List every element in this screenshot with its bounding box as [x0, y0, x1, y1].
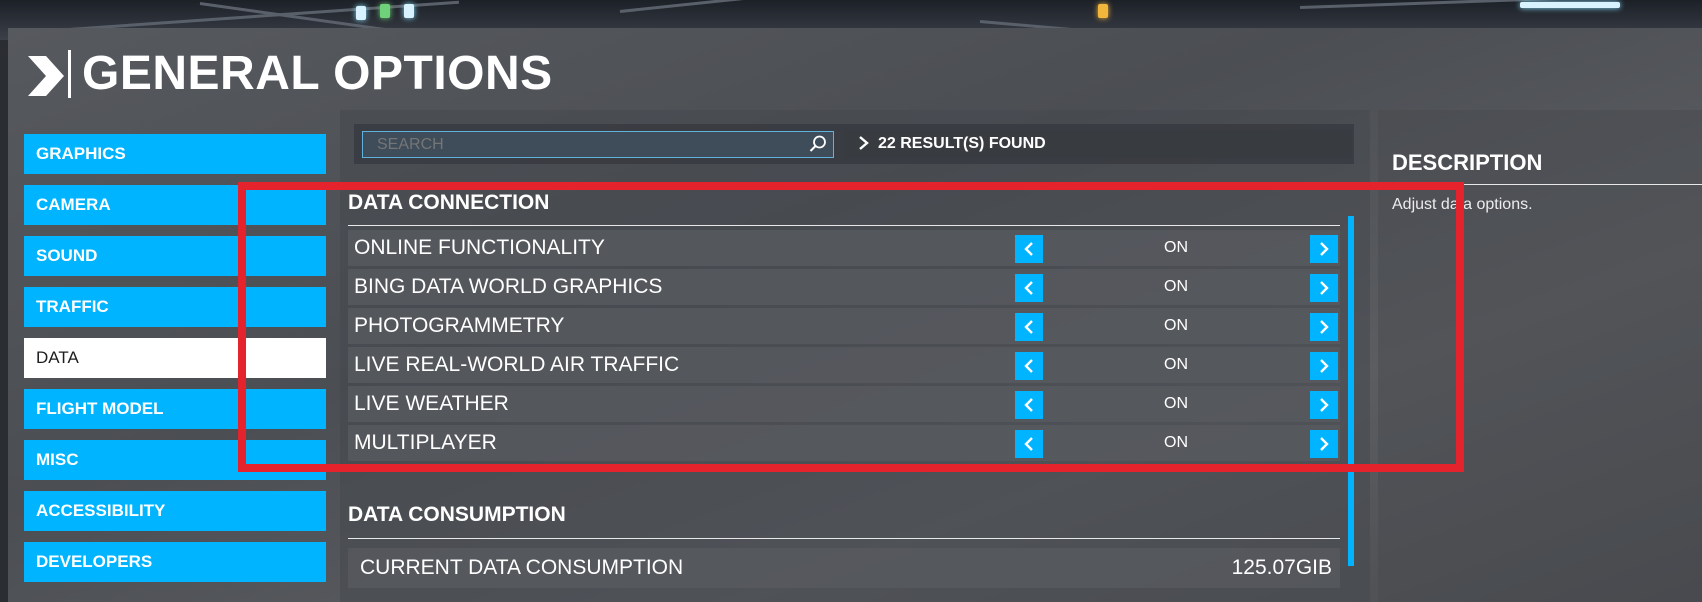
setting-value: ON — [1164, 356, 1188, 373]
menu-item-misc[interactable]: MISC — [24, 440, 326, 480]
setting-label: PHOTOGRAMMETRY — [354, 314, 565, 337]
ceiling-lamp — [404, 4, 414, 18]
setting-label: BING DATA WORLD GRAPHICS — [354, 275, 663, 298]
next-value-button[interactable] — [1310, 430, 1338, 458]
search-icon[interactable] — [808, 134, 828, 154]
chevron-right-icon — [1320, 398, 1329, 412]
setting-label: LIVE REAL-WORLD AIR TRAFFIC — [354, 353, 680, 376]
setting-label: LIVE WEATHER — [354, 392, 509, 415]
setting-value: ON — [1164, 395, 1188, 412]
setting-row-current-data-consumption: CURRENT DATA CONSUMPTION 125.07GIB — [348, 548, 1340, 588]
chevron-left-icon — [1024, 359, 1033, 373]
ceiling-lamp — [1520, 2, 1620, 8]
search-input[interactable] — [362, 131, 834, 158]
next-value-button[interactable] — [1310, 313, 1338, 341]
setting-value: ON — [1164, 434, 1188, 451]
description-panel: DESCRIPTION Adjust data options. — [1378, 110, 1702, 602]
ceiling-lamp — [380, 4, 390, 18]
setting-row-online-functionality: ONLINE FUNCTIONALITY ON — [348, 230, 1340, 266]
section-divider — [348, 225, 1340, 226]
chevron-right-icon — [1320, 359, 1329, 373]
menu-item-sound[interactable]: SOUND — [24, 236, 326, 276]
previous-value-button[interactable] — [1015, 313, 1043, 341]
options-header: GENERAL OPTIONS — [8, 28, 1702, 120]
previous-value-button[interactable] — [1015, 430, 1043, 458]
menu-item-flight-model[interactable]: FLIGHT MODEL — [24, 389, 326, 429]
next-value-button[interactable] — [1310, 391, 1338, 419]
description-title: DESCRIPTION — [1392, 150, 1543, 175]
menu-item-accessibility[interactable]: ACCESSIBILITY — [24, 491, 326, 531]
setting-label: CURRENT DATA CONSUMPTION — [360, 556, 684, 579]
setting-value: ON — [1164, 317, 1188, 334]
chevron-left-icon — [1024, 281, 1033, 295]
data-consumption-value: 125.07GIB — [1231, 556, 1332, 579]
menu-item-camera[interactable]: CAMERA — [24, 185, 326, 225]
chevron-left-icon — [1024, 242, 1033, 256]
chevron-left-icon — [1024, 437, 1033, 451]
settings-panel: 22 RESULT(S) FOUND DATA CONNECTION ONLIN… — [340, 110, 1370, 602]
ceiling-lamp — [356, 6, 366, 20]
setting-row-live-air-traffic: LIVE REAL-WORLD AIR TRAFFIC ON — [348, 347, 1340, 383]
search-bar: 22 RESULT(S) FOUND — [354, 124, 1354, 164]
options-menu: GRAPHICS CAMERA SOUND TRAFFIC DATA FLIGH… — [24, 134, 326, 593]
next-value-button[interactable] — [1310, 235, 1338, 263]
ceiling-lamp — [1098, 4, 1108, 18]
options-window: GENERAL OPTIONS GRAPHICS CAMERA SOUND TR… — [8, 28, 1702, 602]
previous-value-button[interactable] — [1015, 352, 1043, 380]
setting-row-multiplayer: MULTIPLAYER ON — [348, 425, 1340, 461]
scrollbar[interactable] — [1348, 216, 1354, 566]
ceiling-beam — [619, 0, 999, 13]
menu-item-traffic[interactable]: TRAFFIC — [24, 287, 326, 327]
title-divider — [68, 50, 71, 98]
section-title-data-consumption: DATA CONSUMPTION — [348, 503, 566, 526]
setting-label: MULTIPLAYER — [354, 431, 497, 454]
ceiling-beam — [1299, 0, 1700, 9]
previous-value-button[interactable] — [1015, 274, 1043, 302]
setting-value: ON — [1164, 239, 1188, 256]
chevron-left-icon — [1024, 320, 1033, 334]
chevron-right-icon — [1320, 242, 1329, 256]
menu-item-developers[interactable]: DEVELOPERS — [24, 542, 326, 582]
next-value-button[interactable] — [1310, 352, 1338, 380]
menu-item-data[interactable]: DATA — [24, 338, 326, 378]
chevron-right-icon — [859, 136, 869, 150]
chevron-right-icon — [1320, 320, 1329, 334]
chevron-left-icon — [1024, 398, 1033, 412]
results-text: 22 RESULT(S) FOUND — [878, 135, 1046, 152]
chevron-right-icon — [1320, 437, 1329, 451]
chevron-right-icon — [1320, 281, 1329, 295]
setting-value: ON — [1164, 278, 1188, 295]
setting-row-live-weather: LIVE WEATHER ON — [348, 386, 1340, 422]
description-text: Adjust data options. — [1392, 196, 1533, 213]
description-divider — [1392, 184, 1702, 185]
previous-value-button[interactable] — [1015, 235, 1043, 263]
next-value-button[interactable] — [1310, 274, 1338, 302]
setting-label: ONLINE FUNCTIONALITY — [354, 236, 605, 259]
results-count: 22 RESULT(S) FOUND — [844, 130, 1352, 158]
section-title-data-connection: DATA CONNECTION — [348, 191, 550, 214]
section-divider — [348, 538, 1340, 539]
setting-row-photogrammetry: PHOTOGRAMMETRY ON — [348, 308, 1340, 344]
page-title: GENERAL OPTIONS — [82, 47, 553, 100]
chevron-right-icon — [28, 56, 64, 96]
setting-row-bing-data-world-graphics: BING DATA WORLD GRAPHICS ON — [348, 269, 1340, 305]
previous-value-button[interactable] — [1015, 391, 1043, 419]
menu-item-graphics[interactable]: GRAPHICS — [24, 134, 326, 174]
